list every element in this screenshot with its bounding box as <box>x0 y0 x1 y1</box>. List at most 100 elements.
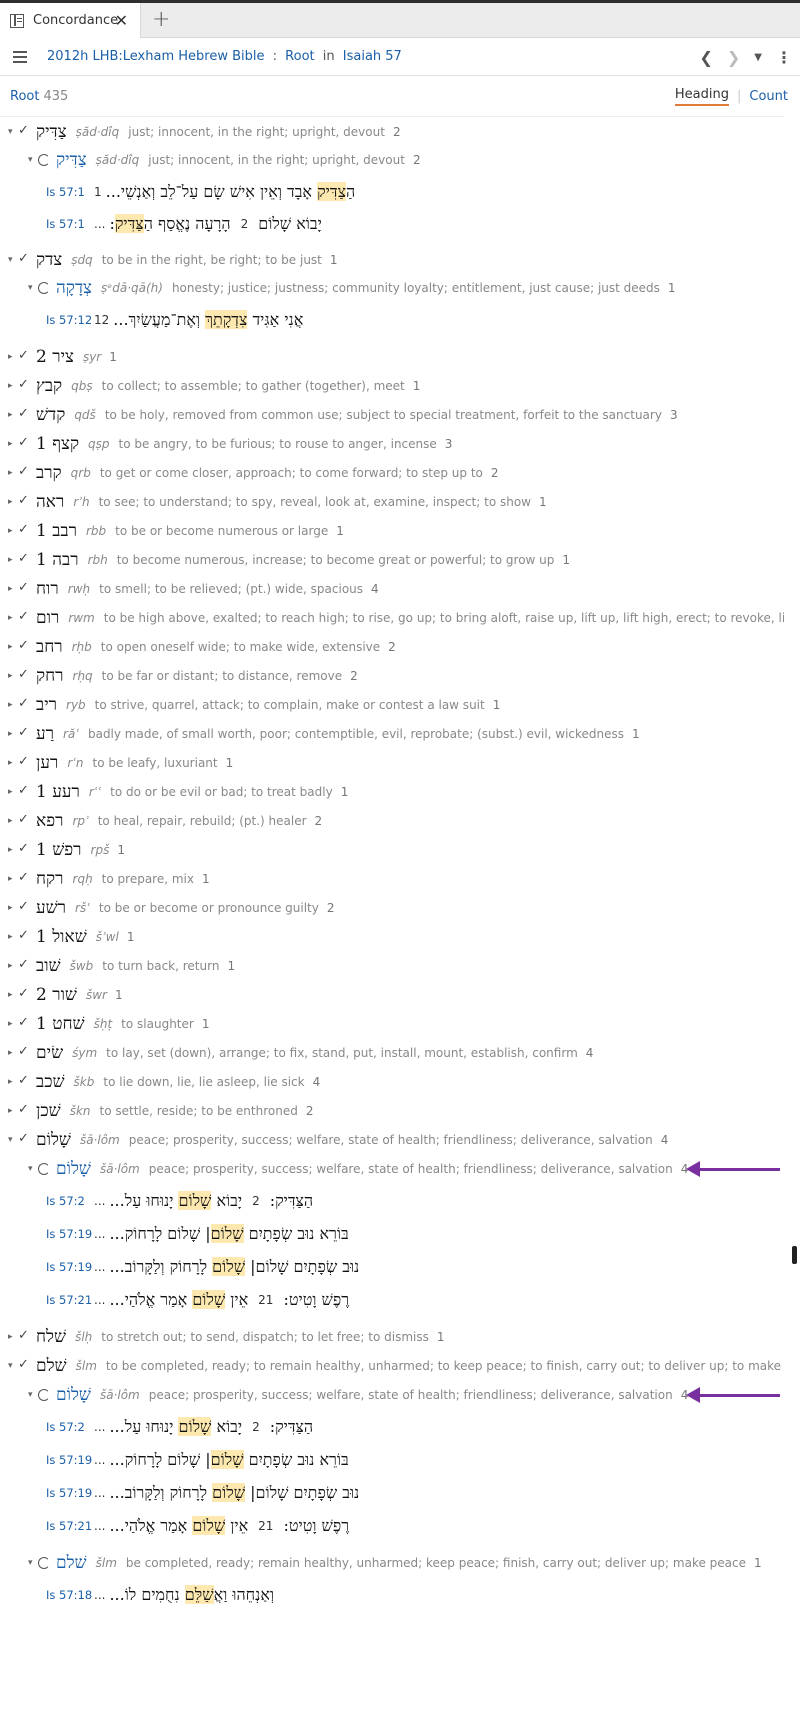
verse-reference-link[interactable]: Is 57:2 <box>46 1194 94 1208</box>
lemma-row[interactable]: ▾ שׁלם šlm be completed, ready; remain heal… <box>0 1548 784 1578</box>
root-hebrew[interactable]: רען <box>36 753 58 773</box>
expand-arrow-icon[interactable]: ▾ <box>8 255 13 265</box>
verse-reference-link[interactable]: Is 57:19 <box>46 1486 94 1500</box>
check-icon[interactable]: ✓ <box>18 783 29 798</box>
root-hebrew[interactable]: שׁוב <box>36 956 61 976</box>
check-icon[interactable]: ✓ <box>18 580 29 595</box>
expand-arrow-icon[interactable]: ▸ <box>8 1332 13 1342</box>
verse-context[interactable]: ... נוּב שְׂפָתָיִם שָׁלוֹם| שָׁלוֹם לָרָ… <box>94 1257 359 1277</box>
root-row[interactable]: ▸ ✓ רחק rḥq to be far or distant; to distanc… <box>0 661 784 691</box>
check-icon[interactable]: ✓ <box>18 377 29 392</box>
root-row[interactable]: ▾ ✓ צַדִּיק ṣăd·dîq just; innocent, in the r… <box>0 117 784 147</box>
verse-context[interactable]: ... אֵין שָׁלוֹם אָמַר אֱלֹהַי... 21 רֶפֶשׁ… <box>94 1290 349 1310</box>
lemma-hebrew[interactable]: צְדָקָה <box>56 278 92 298</box>
verse-row[interactable]: Is 57:1... הָרָעָה נֶאֱסַף הַצַּדִּיק: 2י… <box>0 207 784 241</box>
forward-icon[interactable]: ❯ <box>727 48 740 67</box>
root-hebrew[interactable]: שׁחט 1 <box>36 1014 85 1034</box>
new-tab-button[interactable]: + <box>152 7 170 32</box>
root-hebrew[interactable]: רַע <box>36 724 54 744</box>
check-icon[interactable]: ✓ <box>18 522 29 537</box>
verse-row[interactable]: Is 57:1 1 הַצַדִּיק אָבָד וְאֵין אִישׁ שָׂ… <box>0 175 784 209</box>
expand-arrow-icon[interactable]: ▾ <box>8 1361 13 1371</box>
check-icon[interactable]: ✓ <box>18 1131 29 1146</box>
expand-arrow-icon[interactable]: ▸ <box>8 903 13 913</box>
sort-heading-option[interactable]: Heading <box>674 87 729 106</box>
collapse-arrow-icon[interactable]: ▾ <box>28 1390 33 1400</box>
expand-arrow-icon[interactable]: ▸ <box>8 700 13 710</box>
check-icon[interactable]: ✓ <box>18 986 29 1001</box>
check-icon[interactable]: ✓ <box>18 957 29 972</box>
check-icon[interactable]: ✓ <box>18 870 29 885</box>
verse-context[interactable]: ... הָרָעָה נֶאֱסַף הַצַּדִּיק: 2 יָבוֹא ש… <box>94 214 322 234</box>
root-hebrew[interactable]: קדשׁ <box>36 405 65 425</box>
check-icon[interactable]: ✓ <box>18 725 29 740</box>
verse-reference-link[interactable]: Is 57:18 <box>46 1588 94 1602</box>
root-row[interactable]: ▾ ✓ צדק ṣdq to be in the right, be right; to… <box>0 245 784 275</box>
check-icon[interactable]: ✓ <box>18 1102 29 1117</box>
more-options-icon[interactable]: ⋮ <box>776 48 792 67</box>
lemma-hebrew[interactable]: שָׁלוֹם <box>56 1159 91 1179</box>
collapse-arrow-icon[interactable]: ▾ <box>28 283 33 293</box>
check-icon[interactable]: ✓ <box>18 1073 29 1088</box>
expand-arrow-icon[interactable]: ▸ <box>8 526 13 536</box>
root-hebrew[interactable]: קרב <box>36 463 62 483</box>
check-icon[interactable]: ✓ <box>18 928 29 943</box>
lemma-hebrew[interactable]: צַדִּיק <box>56 150 87 170</box>
root-row[interactable]: ▸ ✓ שׁלח šlḥ to stretch out; to send, dispat… <box>0 1322 784 1352</box>
root-hebrew[interactable]: שׁור 2 <box>36 985 77 1005</box>
verse-reference-link[interactable]: Is 57:1 <box>46 217 94 231</box>
expand-arrow-icon[interactable]: ▸ <box>8 1019 13 1029</box>
root-row[interactable]: ▸ ✓ רום rwm to be high above, exalted; to re… <box>0 603 784 633</box>
expand-arrow-icon[interactable]: ▸ <box>8 990 13 1000</box>
expand-arrow-icon[interactable]: ▸ <box>8 845 13 855</box>
expand-arrow-icon[interactable]: ▸ <box>8 932 13 942</box>
verse-context[interactable]: ... בּוֹרֵא נוּב שְׂפָתָיִם שָׁלוֹם| שָׁל… <box>94 1224 349 1244</box>
root-hebrew[interactable]: רקח <box>36 869 64 889</box>
highlighted-word[interactable]: צִדְקָתֵךְ <box>205 310 248 329</box>
root-row[interactable]: ▸ ✓ ראה rʾh to see; to understand; to spy, r… <box>0 487 784 517</box>
verse-reference-link[interactable]: Is 57:21 <box>46 1519 94 1533</box>
check-icon[interactable]: ✓ <box>18 1357 29 1372</box>
root-hebrew[interactable]: שׂים <box>36 1043 63 1063</box>
root-row[interactable]: ▸ ✓ שׁאול 1 šʾwl 1 <box>0 922 784 952</box>
check-icon[interactable]: ✓ <box>18 609 29 624</box>
expand-arrow-icon[interactable]: ▾ <box>8 1135 13 1145</box>
root-row[interactable]: ▸ ✓ רשׁע ršʿ to be or become or pronounce gu… <box>0 893 784 923</box>
lemma-hebrew[interactable]: שׁלם <box>56 1553 87 1573</box>
root-row[interactable]: ▸ ✓ ציר 2 ṣyr 1 <box>0 342 784 372</box>
expand-arrow-icon[interactable]: ▸ <box>8 468 13 478</box>
root-hebrew[interactable]: שָׁלוֹם <box>36 1130 71 1150</box>
root-row[interactable]: ▸ ✓ רקח rqḥ to prepare, mix 1 <box>0 864 784 894</box>
root-row[interactable]: ▸ ✓ קבץ qbṣ to collect; to assemble; to gath… <box>0 371 784 401</box>
tab-concordance[interactable]: Concordance ✕ <box>0 3 141 38</box>
check-icon[interactable]: ✓ <box>18 406 29 421</box>
verse-row[interactable]: Is 57:21... אֵין שָׁלוֹם אָמַר אֱלֹהַי...… <box>0 1509 784 1543</box>
root-row[interactable]: ▸ ✓ רפא rpʾ to heal, repair, rebuild; (pt.) … <box>0 806 784 836</box>
scrollbar-thumb[interactable] <box>792 1246 797 1264</box>
highlighted-word[interactable]: שָׁלוֹם <box>212 1257 246 1276</box>
verse-row[interactable]: Is 57:19... נוּב שְׂפָתָיִם שָׁלוֹם| שָׁל… <box>0 1476 784 1510</box>
check-icon[interactable]: ✓ <box>18 841 29 856</box>
expand-arrow-icon[interactable]: ▸ <box>8 555 13 565</box>
root-row[interactable]: ▾ ✓ שָׁלוֹם šā·lôm peace; prosperity, succes… <box>0 1125 784 1155</box>
root-link[interactable]: Root <box>285 49 314 64</box>
check-icon[interactable]: ✓ <box>18 551 29 566</box>
highlighted-word[interactable]: שָׁלוֹם <box>192 1516 226 1535</box>
check-icon[interactable]: ✓ <box>18 696 29 711</box>
highlighted-word[interactable]: שָׁלוֹם <box>210 1224 244 1243</box>
expand-arrow-icon[interactable]: ▸ <box>8 642 13 652</box>
expand-arrow-icon[interactable]: ▸ <box>8 1048 13 1058</box>
check-icon[interactable]: ✓ <box>18 251 29 266</box>
check-icon[interactable]: ✓ <box>18 348 29 363</box>
verse-context[interactable]: 1 הַצַדִּיק אָבָד וְאֵין אִישׁ שָׂם עַל־ל… <box>94 182 355 202</box>
expand-arrow-icon[interactable]: ▸ <box>8 787 13 797</box>
verse-row[interactable]: Is 57:2... יָבוֹא שָׁלוֹם יָנוּחוּ עַל...… <box>0 1184 784 1218</box>
root-row[interactable]: ▸ ✓ רַע răʿ badly made, of small worth, poor… <box>0 719 784 749</box>
root-hebrew[interactable]: רבה 1 <box>36 550 79 570</box>
highlighted-word[interactable]: צַּדִּיק <box>114 214 144 233</box>
verse-row[interactable]: Is 57:19... בּוֹרֵא נוּב שְׂפָתָיִם שָׁלו… <box>0 1217 784 1251</box>
lemma-row[interactable]: ▾ שָׁלוֹם šā·lôm peace; prosperity, success… <box>0 1154 784 1184</box>
collapse-arrow-icon[interactable]: ▾ <box>28 1558 33 1568</box>
root-row[interactable]: ▸ ✓ קדשׁ qdš to be holy, removed from common… <box>0 400 784 430</box>
root-hebrew[interactable]: צדק <box>36 250 62 270</box>
